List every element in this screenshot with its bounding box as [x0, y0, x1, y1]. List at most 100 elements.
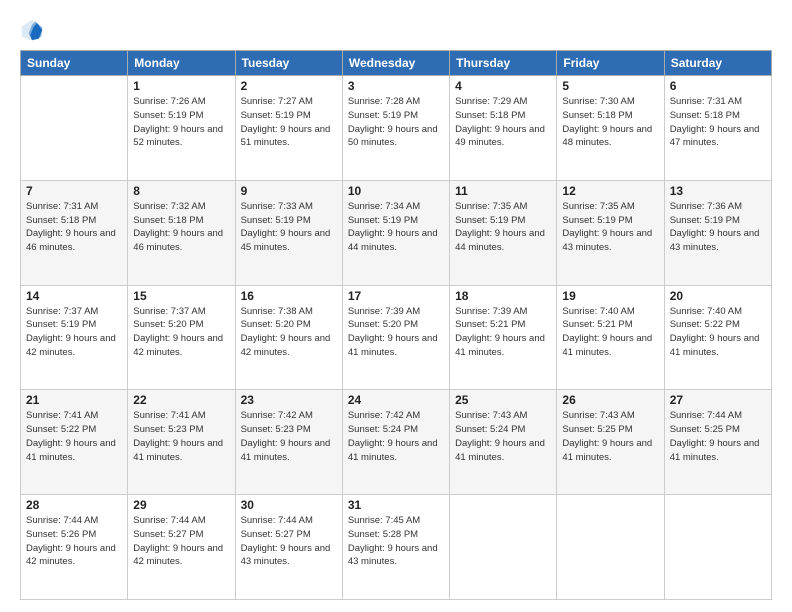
day-cell: 22 Sunrise: 7:41 AMSunset: 5:23 PMDayligh… [128, 390, 235, 495]
day-cell [450, 495, 557, 600]
day-info: Sunrise: 7:43 AMSunset: 5:24 PMDaylight:… [455, 409, 551, 464]
day-header-saturday: Saturday [664, 51, 771, 76]
week-row-3: 21 Sunrise: 7:41 AMSunset: 5:22 PMDayligh… [21, 390, 772, 495]
day-info: Sunrise: 7:39 AMSunset: 5:20 PMDaylight:… [348, 305, 444, 360]
day-info: Sunrise: 7:33 AMSunset: 5:19 PMDaylight:… [241, 200, 337, 255]
day-number: 23 [241, 393, 337, 407]
day-info: Sunrise: 7:44 AMSunset: 5:27 PMDaylight:… [241, 514, 337, 569]
day-info: Sunrise: 7:37 AMSunset: 5:20 PMDaylight:… [133, 305, 229, 360]
day-info: Sunrise: 7:32 AMSunset: 5:18 PMDaylight:… [133, 200, 229, 255]
day-number: 13 [670, 184, 766, 198]
day-header-wednesday: Wednesday [342, 51, 449, 76]
day-number: 14 [26, 289, 122, 303]
day-info: Sunrise: 7:38 AMSunset: 5:20 PMDaylight:… [241, 305, 337, 360]
day-cell: 9 Sunrise: 7:33 AMSunset: 5:19 PMDaylight… [235, 180, 342, 285]
day-number: 28 [26, 498, 122, 512]
day-cell: 2 Sunrise: 7:27 AMSunset: 5:19 PMDaylight… [235, 76, 342, 181]
day-number: 2 [241, 79, 337, 93]
day-info: Sunrise: 7:26 AMSunset: 5:19 PMDaylight:… [133, 95, 229, 150]
day-number: 8 [133, 184, 229, 198]
day-info: Sunrise: 7:45 AMSunset: 5:28 PMDaylight:… [348, 514, 444, 569]
day-number: 7 [26, 184, 122, 198]
day-cell: 24 Sunrise: 7:42 AMSunset: 5:24 PMDayligh… [342, 390, 449, 495]
day-info: Sunrise: 7:44 AMSunset: 5:26 PMDaylight:… [26, 514, 122, 569]
day-info: Sunrise: 7:41 AMSunset: 5:23 PMDaylight:… [133, 409, 229, 464]
day-info: Sunrise: 7:29 AMSunset: 5:18 PMDaylight:… [455, 95, 551, 150]
day-number: 5 [562, 79, 658, 93]
day-number: 22 [133, 393, 229, 407]
week-row-1: 7 Sunrise: 7:31 AMSunset: 5:18 PMDaylight… [21, 180, 772, 285]
day-cell: 20 Sunrise: 7:40 AMSunset: 5:22 PMDayligh… [664, 285, 771, 390]
day-number: 16 [241, 289, 337, 303]
calendar: SundayMondayTuesdayWednesdayThursdayFrid… [20, 50, 772, 600]
day-info: Sunrise: 7:31 AMSunset: 5:18 PMDaylight:… [670, 95, 766, 150]
day-cell: 31 Sunrise: 7:45 AMSunset: 5:28 PMDayligh… [342, 495, 449, 600]
day-cell: 15 Sunrise: 7:37 AMSunset: 5:20 PMDayligh… [128, 285, 235, 390]
days-header-row: SundayMondayTuesdayWednesdayThursdayFrid… [21, 51, 772, 76]
day-cell [21, 76, 128, 181]
day-info: Sunrise: 7:35 AMSunset: 5:19 PMDaylight:… [562, 200, 658, 255]
day-cell: 11 Sunrise: 7:35 AMSunset: 5:19 PMDayligh… [450, 180, 557, 285]
day-number: 4 [455, 79, 551, 93]
day-info: Sunrise: 7:40 AMSunset: 5:22 PMDaylight:… [670, 305, 766, 360]
day-header-tuesday: Tuesday [235, 51, 342, 76]
day-number: 3 [348, 79, 444, 93]
day-cell: 4 Sunrise: 7:29 AMSunset: 5:18 PMDaylight… [450, 76, 557, 181]
day-info: Sunrise: 7:39 AMSunset: 5:21 PMDaylight:… [455, 305, 551, 360]
day-number: 15 [133, 289, 229, 303]
day-cell: 30Sunrise: 7:44 AMSunset: 5:27 PMDayligh… [235, 495, 342, 600]
day-info: Sunrise: 7:37 AMSunset: 5:19 PMDaylight:… [26, 305, 122, 360]
day-cell [557, 495, 664, 600]
day-cell: 23 Sunrise: 7:42 AMSunset: 5:23 PMDayligh… [235, 390, 342, 495]
day-header-friday: Friday [557, 51, 664, 76]
day-info: Sunrise: 7:27 AMSunset: 5:19 PMDaylight:… [241, 95, 337, 150]
day-cell: 12 Sunrise: 7:35 AMSunset: 5:19 PMDayligh… [557, 180, 664, 285]
week-row-0: 1Sunrise: 7:26 AMSunset: 5:19 PMDaylight… [21, 76, 772, 181]
day-number: 26 [562, 393, 658, 407]
page: SundayMondayTuesdayWednesdayThursdayFrid… [0, 0, 792, 612]
day-info: Sunrise: 7:35 AMSunset: 5:19 PMDaylight:… [455, 200, 551, 255]
day-cell [664, 495, 771, 600]
day-info: Sunrise: 7:40 AMSunset: 5:21 PMDaylight:… [562, 305, 658, 360]
logo-icon [20, 18, 44, 42]
day-cell: 26Sunrise: 7:43 AMSunset: 5:25 PMDayligh… [557, 390, 664, 495]
day-number: 9 [241, 184, 337, 198]
day-header-thursday: Thursday [450, 51, 557, 76]
day-number: 31 [348, 498, 444, 512]
day-number: 29 [133, 498, 229, 512]
day-info: Sunrise: 7:42 AMSunset: 5:24 PMDaylight:… [348, 409, 444, 464]
day-cell: 13Sunrise: 7:36 AMSunset: 5:19 PMDayligh… [664, 180, 771, 285]
day-cell: 28 Sunrise: 7:44 AMSunset: 5:26 PMDayligh… [21, 495, 128, 600]
day-number: 19 [562, 289, 658, 303]
day-info: Sunrise: 7:28 AMSunset: 5:19 PMDaylight:… [348, 95, 444, 150]
day-cell: 18Sunrise: 7:39 AMSunset: 5:21 PMDayligh… [450, 285, 557, 390]
day-cell: 6 Sunrise: 7:31 AMSunset: 5:18 PMDaylight… [664, 76, 771, 181]
day-number: 12 [562, 184, 658, 198]
day-cell: 14 Sunrise: 7:37 AMSunset: 5:19 PMDayligh… [21, 285, 128, 390]
day-cell: 10 Sunrise: 7:34 AMSunset: 5:19 PMDayligh… [342, 180, 449, 285]
day-info: Sunrise: 7:42 AMSunset: 5:23 PMDaylight:… [241, 409, 337, 464]
day-cell: 25 Sunrise: 7:43 AMSunset: 5:24 PMDayligh… [450, 390, 557, 495]
day-number: 10 [348, 184, 444, 198]
day-cell: 19 Sunrise: 7:40 AMSunset: 5:21 PMDayligh… [557, 285, 664, 390]
day-number: 17 [348, 289, 444, 303]
day-number: 27 [670, 393, 766, 407]
day-cell: 27 Sunrise: 7:44 AMSunset: 5:25 PMDayligh… [664, 390, 771, 495]
day-cell: 29 Sunrise: 7:44 AMSunset: 5:27 PMDayligh… [128, 495, 235, 600]
day-number: 6 [670, 79, 766, 93]
day-info: Sunrise: 7:41 AMSunset: 5:22 PMDaylight:… [26, 409, 122, 464]
day-number: 24 [348, 393, 444, 407]
header [20, 18, 772, 42]
day-number: 11 [455, 184, 551, 198]
week-row-2: 14 Sunrise: 7:37 AMSunset: 5:19 PMDayligh… [21, 285, 772, 390]
day-info: Sunrise: 7:30 AMSunset: 5:18 PMDaylight:… [562, 95, 658, 150]
day-info: Sunrise: 7:44 AMSunset: 5:27 PMDaylight:… [133, 514, 229, 569]
day-info: Sunrise: 7:34 AMSunset: 5:19 PMDaylight:… [348, 200, 444, 255]
day-info: Sunrise: 7:31 AMSunset: 5:18 PMDaylight:… [26, 200, 122, 255]
day-cell: 1Sunrise: 7:26 AMSunset: 5:19 PMDaylight… [128, 76, 235, 181]
day-number: 21 [26, 393, 122, 407]
day-info: Sunrise: 7:44 AMSunset: 5:25 PMDaylight:… [670, 409, 766, 464]
day-number: 25 [455, 393, 551, 407]
week-row-4: 28 Sunrise: 7:44 AMSunset: 5:26 PMDayligh… [21, 495, 772, 600]
day-number: 20 [670, 289, 766, 303]
